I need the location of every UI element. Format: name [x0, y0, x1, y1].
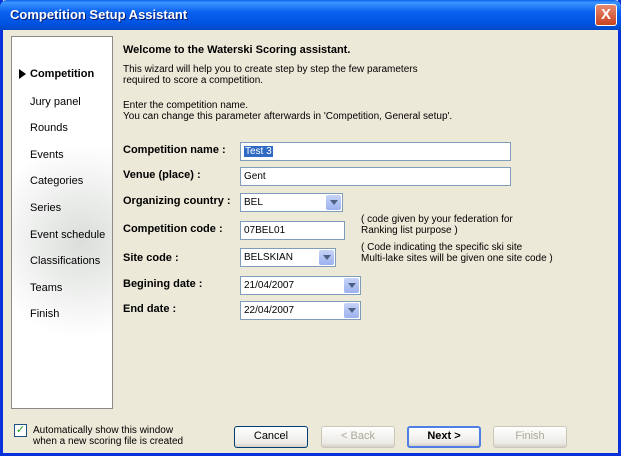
chevron-down-icon[interactable] [344, 278, 359, 293]
competition-name-label: Competition name : [123, 144, 226, 156]
begin-date-label: Begining date : [123, 278, 203, 290]
step-categories[interactable]: Categories [30, 175, 83, 187]
competition-name-input[interactable]: Test 3 [240, 142, 511, 161]
chevron-down-icon[interactable] [319, 250, 334, 265]
step-jury-panel[interactable]: Jury panel [30, 96, 81, 108]
step-competition[interactable]: Competition [19, 68, 94, 80]
chevron-down-icon[interactable] [344, 303, 359, 318]
site-code-select[interactable]: BELSKIAN [240, 248, 336, 267]
step-rounds[interactable]: Rounds [30, 122, 68, 134]
close-button[interactable]: X [595, 4, 617, 26]
auto-show-label[interactable]: Automatically show this window when a ne… [33, 425, 203, 447]
next-button[interactable]: Next > [407, 426, 481, 448]
title-bar[interactable]: Competition Setup Assistant X [0, 0, 621, 30]
intro-description: This wizard will help you to create step… [123, 64, 418, 86]
step-classifications[interactable]: Classifications [30, 255, 100, 267]
venue-label: Venue (place) : [123, 169, 201, 181]
instruction-text: Enter the competition name. You can chan… [123, 100, 453, 122]
competition-code-input[interactable]: 07BEL01 [240, 221, 345, 240]
current-step-arrow-icon [19, 69, 26, 79]
wizard-window: Competition Setup Assistant X Competitio… [0, 0, 621, 456]
close-icon: X [600, 6, 611, 23]
back-button[interactable]: < Back [321, 426, 395, 448]
end-date-label: End date : [123, 303, 177, 315]
step-finish[interactable]: Finish [30, 308, 59, 320]
footer-bar: ✓ Automatically show this window when a … [3, 412, 618, 456]
begin-date-picker[interactable]: 21/04/2007 [240, 276, 361, 295]
steps-panel: Competition Jury panel Rounds Events Cat… [11, 36, 113, 409]
country-label: Organizing country : [123, 195, 231, 207]
auto-show-checkbox[interactable]: ✓ [14, 424, 27, 437]
step-teams[interactable]: Teams [30, 282, 62, 294]
chevron-down-icon[interactable] [326, 195, 341, 210]
finish-button[interactable]: Finish [493, 426, 567, 448]
step-series[interactable]: Series [30, 202, 61, 214]
venue-input[interactable]: Gent [240, 167, 511, 186]
welcome-heading: Welcome to the Waterski Scoring assistan… [123, 44, 351, 56]
site-code-note: ( Code indicating the specific ski site … [361, 242, 553, 264]
competition-code-note: ( code given by your federation for Rank… [361, 214, 513, 236]
content-panel: Welcome to the Waterski Scoring assistan… [114, 36, 614, 409]
country-select[interactable]: BEL [240, 193, 343, 212]
window-title: Competition Setup Assistant [10, 7, 188, 22]
step-event-schedule[interactable]: Event schedule [30, 229, 105, 241]
cancel-button[interactable]: Cancel [234, 426, 308, 448]
step-events[interactable]: Events [30, 149, 64, 161]
site-code-label: Site code : [123, 252, 179, 264]
end-date-picker[interactable]: 22/04/2007 [240, 301, 361, 320]
competition-code-label: Competition code : [123, 223, 223, 235]
